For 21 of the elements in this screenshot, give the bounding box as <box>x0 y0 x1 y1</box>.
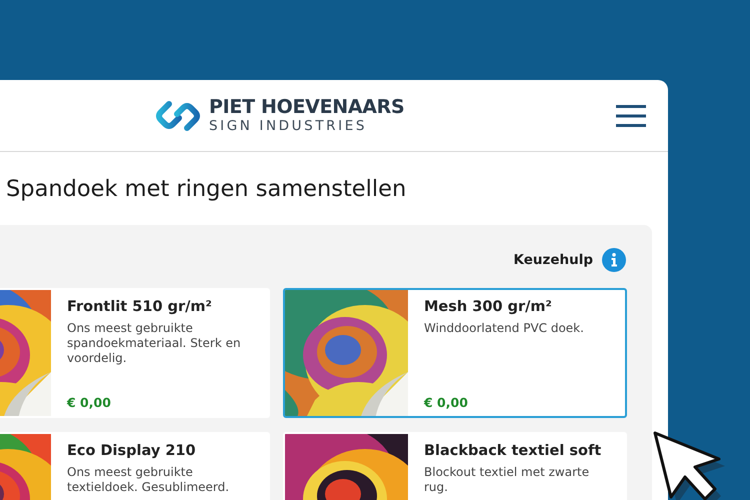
product-description: Blockout textiel met zwarte rug. <box>424 465 590 495</box>
product-price: € 0,00 <box>67 395 112 410</box>
product-card[interactable]: Mesh 300 gr/m² Winddoorlatend PVC doek. € 0,00 <box>283 288 627 418</box>
product-description: Winddoorlatend PVC doek. <box>424 321 585 336</box>
product-price: € 0,00 <box>424 395 469 410</box>
brand-tagline: SIGN INDUSTRIES <box>209 118 368 134</box>
product-card[interactable]: Frontlit 510 gr/m² Ons meest gebruikte spandoekmateriaal. Sterk en voordelig. € 0,00 <box>0 288 270 418</box>
page-title: Spandoek met ringen samenstellen <box>5 175 408 202</box>
logo-icon <box>155 100 201 132</box>
help-label[interactable]: Keuzehulp <box>513 252 593 268</box>
brand-name: PIET HOEVENAARS <box>209 97 404 118</box>
info-icon[interactable] <box>602 248 626 272</box>
product-name: Frontlit 510 gr/m² <box>67 299 213 315</box>
product-description: Ons meest gebruikte spandoekmateriaal. Sterk en voordelig. <box>67 321 242 366</box>
product-name: Mesh 300 gr/m² <box>424 299 553 315</box>
product-card[interactable]: Blackback textiel soft Blockout textiel met zwarte rug. <box>283 432 627 500</box>
product-card[interactable]: Eco Display 210 Ons meest gebruikte textieldoek. Gesublimeerd. <box>0 432 270 500</box>
menu-icon[interactable] <box>616 104 646 128</box>
product-description: Ons meest gebruikte textieldoek. Gesublimeerd. <box>67 465 230 495</box>
product-name: Blackback textiel soft <box>424 443 602 459</box>
product-name: Eco Display 210 <box>67 443 197 459</box>
